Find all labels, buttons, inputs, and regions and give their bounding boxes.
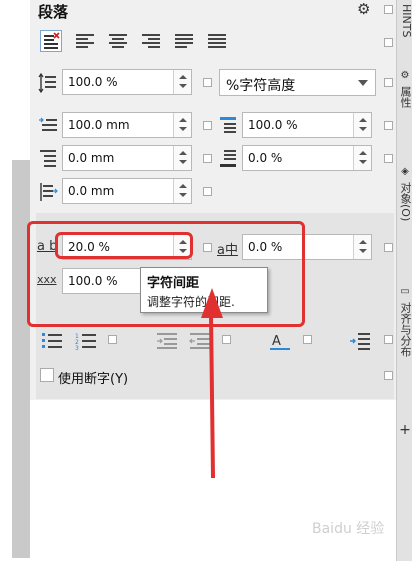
- checkbox[interactable]: [203, 154, 212, 163]
- space-before-paragraph-value[interactable]: 100.0 %: [248, 118, 298, 132]
- chevron-down-icon: [358, 80, 368, 86]
- tab-properties[interactable]: 属性: [397, 86, 412, 108]
- align-center-icon[interactable]: [107, 30, 129, 52]
- line-spacing-unit-value: %字符高度: [226, 78, 296, 94]
- left-indent-stepper[interactable]: [173, 146, 191, 170]
- space-after-paragraph-stepper[interactable]: [353, 146, 371, 170]
- line-spacing-field[interactable]: 100.0 %: [62, 69, 192, 95]
- right-indent-field[interactable]: 0.0 mm: [62, 178, 192, 204]
- checkbox[interactable]: [203, 121, 212, 130]
- checkbox[interactable]: [384, 38, 393, 47]
- language-spacing-stepper[interactable]: [353, 235, 371, 259]
- numbered-list-icon[interactable]: 1 2 3: [74, 330, 98, 352]
- checkbox[interactable]: [384, 371, 393, 380]
- right-indent-stepper[interactable]: [173, 179, 191, 203]
- bullet-list-icon[interactable]: [40, 330, 64, 352]
- justify-icon[interactable]: [173, 30, 195, 52]
- align-left-icon[interactable]: [74, 30, 96, 52]
- tab-objects[interactable]: 对象(O): [397, 182, 412, 221]
- checkbox[interactable]: [384, 335, 393, 344]
- gear-icon[interactable]: ⚙: [357, 0, 370, 18]
- first-line-indent-field[interactable]: 100.0 mm: [62, 112, 192, 138]
- hyphenation-checkbox[interactable]: [40, 368, 54, 382]
- underline-text-icon[interactable]: A: [268, 330, 292, 352]
- right-indent-value[interactable]: 0.0 mm: [68, 184, 114, 198]
- left-indent-value[interactable]: 0.0 mm: [68, 151, 114, 165]
- line-spacing-icon: [38, 72, 56, 94]
- annotation-arrow: [201, 288, 223, 479]
- checkbox[interactable]: [384, 121, 393, 130]
- checkbox[interactable]: [384, 154, 393, 163]
- space-after-paragraph-value[interactable]: 0.0 %: [248, 151, 282, 165]
- align-none-icon[interactable]: [40, 30, 62, 52]
- space-before-paragraph-field[interactable]: 100.0 %: [242, 112, 372, 138]
- line-spacing-unit-select[interactable]: %字符高度: [219, 69, 376, 96]
- left-scroll-strip: [12, 160, 30, 558]
- indent-increase-icon[interactable]: [348, 330, 372, 352]
- space-after-paragraph-field[interactable]: 0.0 %: [242, 145, 372, 171]
- first-line-indent-icon: [39, 117, 57, 131]
- svg-text:A: A: [272, 334, 281, 349]
- highlight-box-field: [55, 232, 193, 259]
- space-before-paragraph-icon: [220, 117, 236, 133]
- checkbox[interactable]: [203, 78, 212, 87]
- right-indent-icon: [40, 183, 58, 201]
- checkbox[interactable]: [108, 335, 117, 344]
- left-indent-field[interactable]: 0.0 mm: [62, 145, 192, 171]
- checkbox[interactable]: [384, 5, 393, 14]
- docker-tabs: HINTS ⚙ 属性 ◈ 对象(O) ▭ 对齐与分布 +: [396, 0, 412, 561]
- first-line-indent-value[interactable]: 100.0 mm: [68, 118, 130, 132]
- tab-hints[interactable]: HINTS: [397, 4, 412, 37]
- align-tab-icon: ▭: [400, 286, 410, 297]
- hyphenation-label: 使用断字(Y): [58, 372, 129, 387]
- checkbox[interactable]: [303, 335, 312, 344]
- line-spacing-stepper[interactable]: [173, 70, 191, 94]
- tab-align-distribute[interactable]: 对齐与分布: [397, 302, 412, 357]
- checkbox[interactable]: [384, 78, 393, 87]
- first-line-indent-stepper[interactable]: [173, 113, 191, 137]
- drop-cap-icon[interactable]: [155, 330, 179, 352]
- watermark: Baidu 经验: [312, 521, 385, 537]
- align-right-icon[interactable]: [140, 30, 162, 52]
- objects-tab-icon: ◈: [401, 166, 409, 177]
- space-before-paragraph-stepper[interactable]: [353, 113, 371, 137]
- add-tab-icon[interactable]: +: [399, 423, 411, 437]
- checkbox[interactable]: [203, 187, 212, 196]
- checkbox[interactable]: [384, 243, 393, 252]
- line-spacing-value[interactable]: 100.0 %: [68, 75, 118, 89]
- force-justify-icon[interactable]: [206, 30, 228, 52]
- panel-title: 段落: [38, 3, 69, 21]
- properties-tab-icon: ⚙: [400, 70, 410, 81]
- left-indent-icon: [40, 150, 56, 167]
- svg-text:3: 3: [75, 345, 79, 352]
- space-after-paragraph-icon: [220, 150, 236, 167]
